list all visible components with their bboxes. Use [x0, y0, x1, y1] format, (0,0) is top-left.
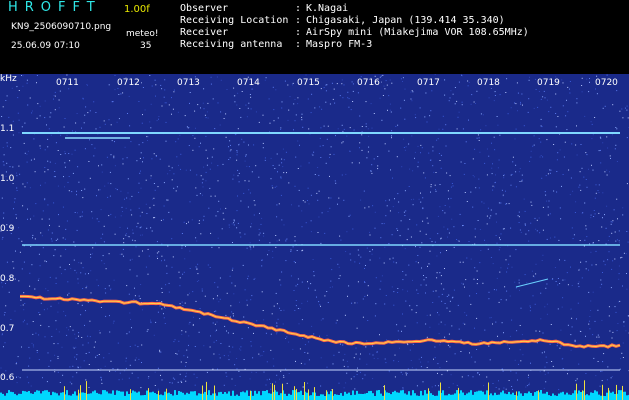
- antenna-value: Maspro FM-3: [306, 39, 373, 50]
- receiver-value: AirSpy mini (Miakejima VOR 108.65MHz): [306, 27, 529, 38]
- location-value: Chigasaki, Japan (139.414 35.340): [306, 15, 505, 26]
- spectrogram: [0, 74, 629, 400]
- time-tick-label: 0718: [476, 78, 501, 88]
- antenna-label: Receiving antenna: [180, 39, 283, 50]
- y-tick-label: 0.6: [0, 373, 15, 383]
- time-tick-label: 0713: [176, 78, 201, 88]
- y-tick-label: 1.1: [0, 124, 15, 134]
- time-tick-label: 0712: [116, 78, 141, 88]
- antenna-sep: :: [295, 39, 302, 50]
- axis-unit: kHz: [0, 74, 17, 84]
- time-tick-label: 0716: [356, 78, 381, 88]
- meteor-label: meteo!: [126, 29, 159, 39]
- y-tick-label: 1.0: [0, 174, 15, 184]
- y-tick-label: 0.9: [0, 224, 15, 234]
- time-tick-label: 0719: [536, 78, 561, 88]
- location-label: Receiving Location: [180, 15, 289, 26]
- time-tick-label: 0717: [416, 78, 441, 88]
- y-tick-label: 0.8: [0, 274, 15, 284]
- filename-label: KN9_2506090710.png: [11, 22, 112, 32]
- timestamp-label: 25.06.09 07:10: [11, 41, 80, 51]
- receiver-sep: :: [295, 27, 302, 38]
- observer-value: K.Nagai: [306, 3, 349, 14]
- spectrogram-background: [0, 74, 629, 400]
- time-tick-label: 0715: [296, 78, 321, 88]
- app-title: HROFFT: [8, 0, 102, 15]
- receiver-label: Receiver: [180, 27, 229, 38]
- time-tick-label: 0720: [594, 78, 619, 88]
- y-tick-label: 0.7: [0, 324, 15, 334]
- version-label: 1.00f: [124, 4, 150, 15]
- observer-sep: :: [295, 3, 302, 14]
- time-tick-label: 0714: [236, 78, 261, 88]
- observer-label: Observer: [180, 3, 229, 14]
- meteor-count: 35: [140, 41, 152, 51]
- time-tick-label: 0711: [55, 78, 80, 88]
- location-sep: :: [295, 15, 302, 26]
